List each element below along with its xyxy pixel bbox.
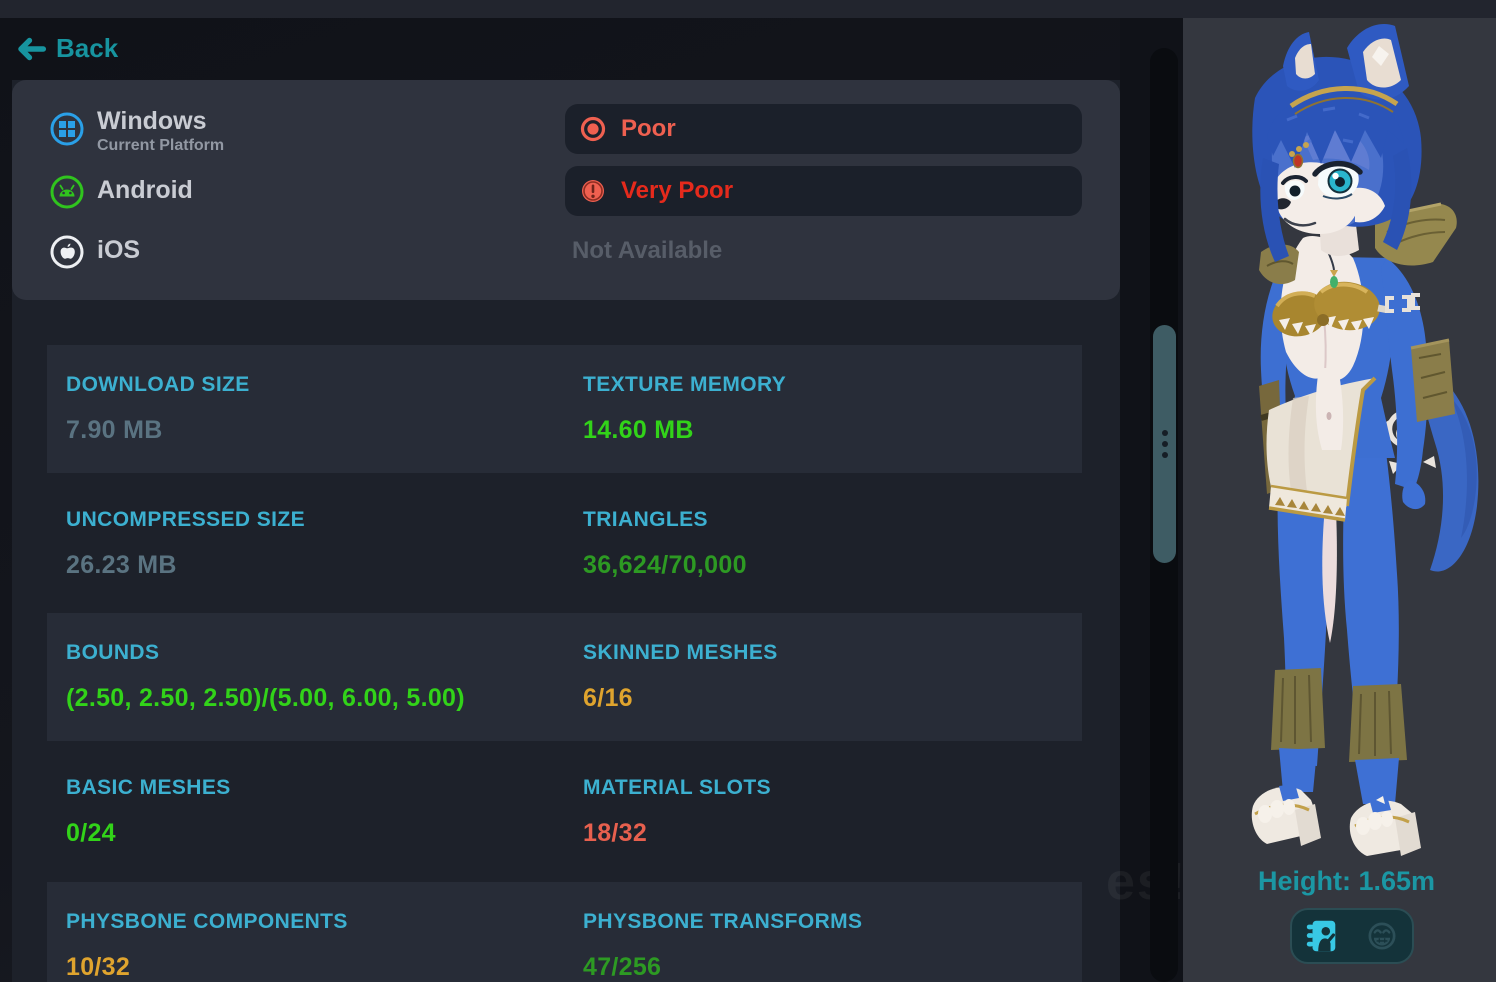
- platform-ratings-card: Windows Current Platform Poor Android Ve…: [12, 80, 1120, 300]
- drag-handle-dots-icon: [1161, 430, 1168, 436]
- avatar-height-label: Height: 1.65m: [1257, 866, 1436, 896]
- stat-label: TEXTURE MEMORY: [583, 373, 787, 396]
- rating-badge-android: Very Poor: [565, 166, 1082, 216]
- scrollbar-thumb[interactable]: [1153, 325, 1176, 563]
- rating-text-android: Very Poor: [621, 177, 734, 204]
- platform-name-ios: iOS: [97, 236, 141, 264]
- platform-name-android: Android: [97, 176, 193, 204]
- stat-value: 47/256: [583, 953, 662, 981]
- windows-icon: [50, 112, 84, 146]
- back-button[interactable]: Back: [14, 33, 118, 64]
- emote-laugh-button[interactable]: [1361, 915, 1403, 957]
- stat-label: BOUNDS: [66, 641, 160, 664]
- avatar-profile-book-button[interactable]: [1301, 915, 1343, 957]
- emote-laugh-icon: [1368, 922, 1396, 950]
- apple-icon: [50, 235, 84, 269]
- stat-label: MATERIAL SLOTS: [583, 776, 771, 799]
- stat-value: 18/32: [583, 819, 648, 847]
- stats-row-4: BASIC MESHES 0/24 MATERIAL SLOTS 18/32: [47, 748, 1082, 876]
- stat-label: PHYSBONE TRANSFORMS: [583, 910, 863, 933]
- platform-subtitle: Current Platform: [97, 137, 225, 154]
- rating-text-windows: Poor: [621, 115, 676, 142]
- stat-label: BASIC MESHES: [66, 776, 231, 799]
- poor-dot-icon: [580, 116, 606, 142]
- stat-value: 14.60 MB: [583, 416, 694, 444]
- avatar-preview-panel: Height: 1.65m: [1183, 18, 1496, 982]
- stat-value: 26.23 MB: [66, 551, 177, 579]
- avatar-3d-preview[interactable]: [1183, 18, 1496, 878]
- platform-name-windows: Windows: [97, 107, 207, 135]
- stats-row-1: DOWNLOAD SIZE 7.90 MB TEXTURE MEMORY 14.…: [47, 345, 1082, 473]
- back-label: Back: [56, 33, 119, 63]
- android-icon: [50, 175, 84, 209]
- stats-row-5: PHYSBONE COMPONENTS 10/32 PHYSBONE TRANS…: [47, 882, 1082, 982]
- stat-value: 7.90 MB: [66, 416, 163, 444]
- stat-value: 36,624/70,000: [583, 551, 747, 579]
- rating-text-ios: Not Available: [572, 237, 723, 264]
- stat-value: (2.50, 2.50, 2.50)/(5.00, 6.00, 5.00): [66, 684, 465, 712]
- stat-label: PHYSBONE COMPONENTS: [66, 910, 348, 933]
- very-poor-alert-icon: [582, 180, 604, 202]
- drag-handle-dots-icon: [1161, 441, 1168, 447]
- window-top-strip: [0, 0, 1496, 18]
- preview-mode-pill: [1290, 908, 1414, 964]
- stat-label: SKINNED MESHES: [583, 641, 778, 664]
- stat-value: 0/24: [66, 819, 116, 847]
- arrow-left-icon: [18, 37, 47, 60]
- stat-label: TRIANGLES: [583, 508, 708, 531]
- avatar-profile-book-icon: [1306, 920, 1336, 952]
- stats-row-3: BOUNDS (2.50, 2.50, 2.50)/(5.00, 6.00, 5…: [47, 613, 1082, 741]
- avatar-details-screen: Back Windows Current Platform Poor Andro…: [0, 0, 1496, 982]
- stat-label: DOWNLOAD SIZE: [66, 373, 250, 396]
- stats-row-2: UNCOMPRESSED SIZE 26.23 MB TRIANGLES 36,…: [47, 480, 1082, 608]
- rating-badge-windows: Poor: [565, 104, 1082, 154]
- stat-label: UNCOMPRESSED SIZE: [66, 508, 305, 531]
- drag-handle-dots-icon: [1161, 452, 1168, 458]
- stat-value: 6/16: [583, 684, 633, 712]
- stat-value: 10/32: [66, 953, 131, 981]
